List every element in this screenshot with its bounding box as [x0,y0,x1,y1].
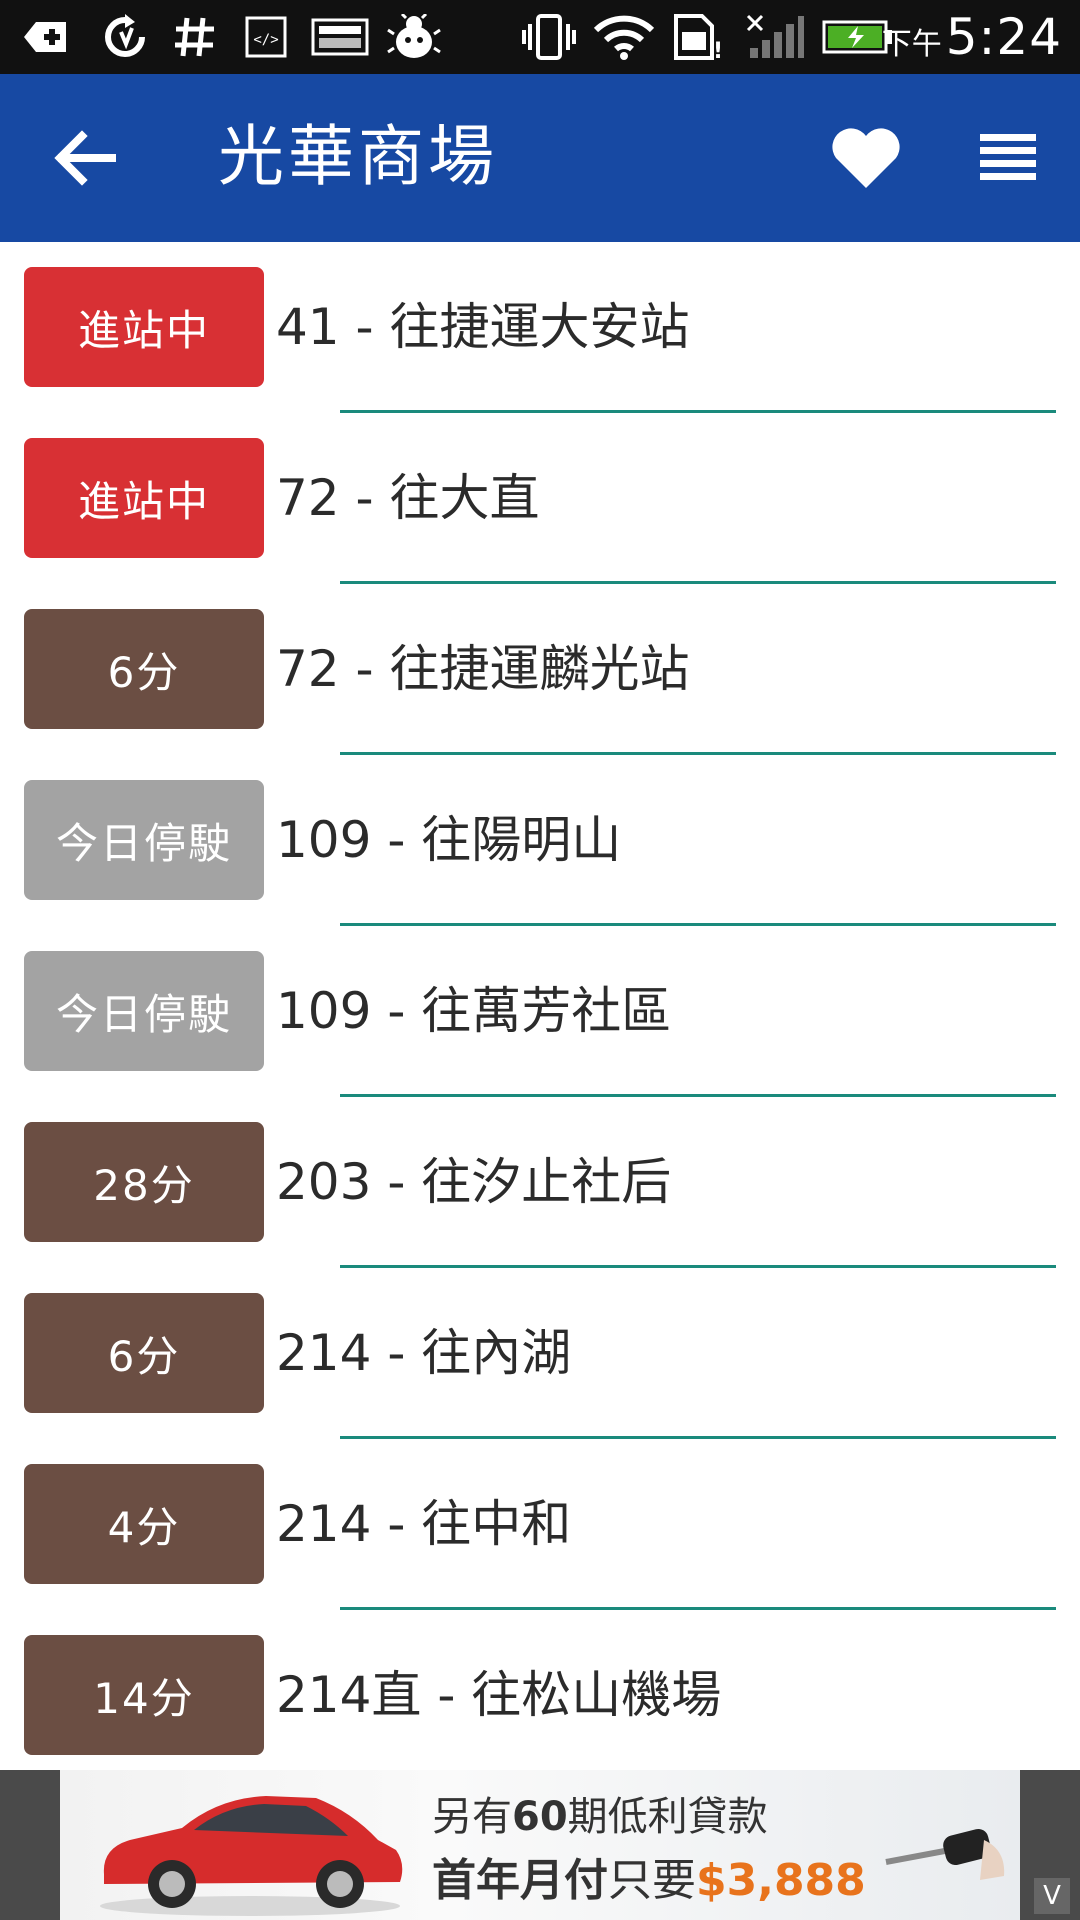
arrival-badge: 今日停駛 [24,951,264,1071]
ad-headline: 另有60期低利貸款 [432,1784,768,1842]
arrival-badge: 6分 [24,1293,264,1413]
route-label: 72 - 往大直 [276,469,540,527]
ad-line1-emph: 60 [512,1794,568,1840]
add-icon [24,22,66,52]
route-label: 214 - 往中和 [276,1495,572,1553]
status-clock: 下午 5:24 [882,8,1062,66]
route-row[interactable]: 今日停駛 109 - 往萬芳社區 [0,926,1080,1097]
ad-line1-suffix: 期低利貸款 [567,1794,768,1840]
arrival-badge: 14分 [24,1635,264,1755]
route-label: 203 - 往汐止社后 [276,1153,672,1211]
status-bar: </> ! 下午 5:24 [0,0,1080,74]
route-row[interactable]: 今日停駛 109 - 往陽明山 [0,755,1080,926]
ad-line2-mid: 只要 [608,1855,696,1906]
bug-icon [387,14,441,58]
route-label: 72 - 往捷運麟光站 [276,640,690,698]
route-row[interactable]: 28分 203 - 往汐止社后 [0,1097,1080,1268]
svg-text:!: ! [713,39,723,60]
route-label: 109 - 往陽明山 [276,811,622,869]
ad-choices-icon[interactable]: V [1034,1878,1070,1914]
status-time: 5:24 [945,8,1062,66]
arrival-badge: 4分 [24,1464,264,1584]
status-ampm: 下午 [881,27,942,62]
app-bar: 光華商場 [0,74,1080,242]
ad-price: $3,888 [696,1855,866,1906]
route-row[interactable]: 6分 214 - 往內湖 [0,1268,1080,1439]
arrival-badge: 今日停駛 [24,780,264,900]
page-title: 光華商場 [218,118,498,195]
arrival-badge: 28分 [24,1122,264,1242]
route-label: 109 - 往萬芳社區 [276,982,672,1040]
code-icon: </> [245,16,287,58]
route-label: 41 - 往捷運大安站 [276,298,690,356]
key-icon [885,1829,1005,1880]
wifi-icon [593,15,655,60]
ad-banner[interactable]: 另有60期低利貸款 首年月付只要$3,888 V [0,1770,1080,1920]
route-row[interactable]: 4分 214 - 往中和 [0,1439,1080,1610]
route-row[interactable]: 14分 214直 - 往松山機場 [0,1610,1080,1770]
route-label: 214直 - 往松山機場 [276,1666,722,1724]
heart-icon[interactable] [826,118,906,198]
arrival-badge: 進站中 [24,438,264,558]
image-icon [311,18,369,56]
route-row[interactable]: 進站中 72 - 往大直 [0,413,1080,584]
route-label: 214 - 往內湖 [276,1324,572,1382]
arrival-badge: 進站中 [24,267,264,387]
ad-content[interactable]: 另有60期低利貸款 首年月付只要$3,888 [60,1770,1020,1920]
ad-line1-prefix: 另有 [432,1794,512,1840]
menu-icon[interactable] [968,124,1048,194]
arrival-badge: 6分 [24,609,264,729]
hash-icon [175,17,214,57]
route-row[interactable]: 進站中 41 - 往捷運大安站 [0,242,1080,413]
sync-icon [105,14,145,57]
arrow-left-icon[interactable] [44,118,124,198]
route-row[interactable]: 6分 72 - 往捷運麟光站 [0,584,1080,755]
ad-line2-prefix: 首年月付 [432,1855,608,1906]
no-signal-icon [746,14,804,58]
ad-offer: 首年月付只要$3,888 [432,1844,866,1908]
route-list: 進站中 41 - 往捷運大安站 進站中 72 - 往大直 6分 72 - 往捷運… [0,242,1080,1770]
vibrate-icon [522,14,576,60]
car-image [100,1796,403,1916]
sim-icon: ! [674,14,723,60]
svg-text:</>: </> [253,32,278,48]
